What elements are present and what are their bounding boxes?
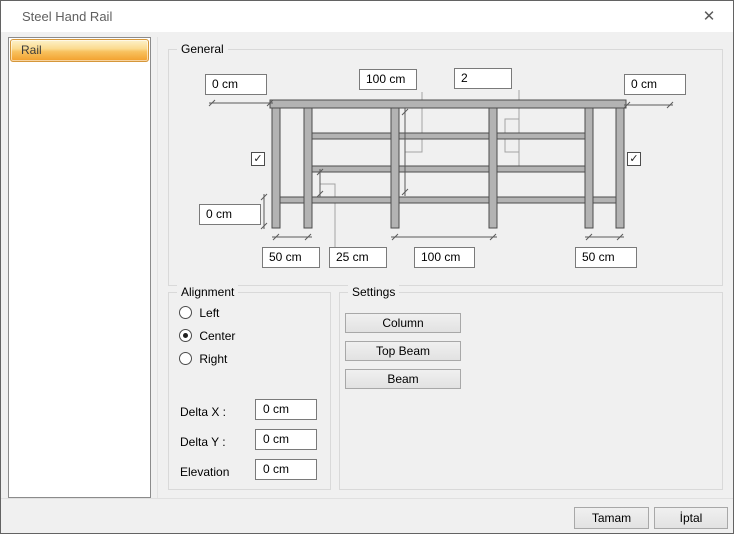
elevation-input[interactable]: 0 cm xyxy=(255,459,317,480)
radio-selected-dot xyxy=(183,333,188,338)
radio-circle-right[interactable] xyxy=(179,352,192,365)
radio-right-label: Right xyxy=(199,352,227,366)
rail-height-input[interactable]: 100 cm xyxy=(359,69,417,90)
category-list: Rail xyxy=(8,37,151,498)
footer-divider xyxy=(1,498,734,499)
radio-center[interactable]: Center xyxy=(179,328,235,342)
radio-circle-left[interactable] xyxy=(179,306,192,319)
sidebar-item-rail[interactable]: Rail xyxy=(10,39,149,62)
beam-button[interactable]: Beam xyxy=(345,369,461,389)
left-offset-input[interactable]: 0 cm xyxy=(205,74,267,95)
left-end-checkbox[interactable]: ✓ xyxy=(251,152,265,166)
close-icon[interactable]: ✕ xyxy=(694,5,724,28)
elevation-label: Elevation xyxy=(180,465,229,479)
top-beam-button[interactable]: Top Beam xyxy=(345,341,461,361)
steel-hand-rail-dialog: Steel Hand Rail ✕ Rail General xyxy=(0,0,734,534)
left-span-input[interactable]: 50 cm xyxy=(262,247,320,268)
general-groupbox: General xyxy=(168,49,723,286)
delta-y-input[interactable]: 0 cm xyxy=(255,429,317,450)
settings-group-label: Settings xyxy=(348,285,399,299)
panel-divider xyxy=(157,37,158,498)
radio-left-label: Left xyxy=(199,306,219,320)
column-button[interactable]: Column xyxy=(345,313,461,333)
right-span-input[interactable]: 50 cm xyxy=(575,247,637,268)
right-offset-input[interactable]: 0 cm xyxy=(624,74,686,95)
title-bar: Steel Hand Rail ✕ xyxy=(1,1,733,32)
delta-x-input[interactable]: 0 cm xyxy=(255,399,317,420)
radio-circle-center[interactable] xyxy=(179,329,192,342)
radio-center-label: Center xyxy=(199,329,235,343)
ok-button[interactable]: Tamam xyxy=(574,507,649,529)
beam-spacing-input[interactable]: 25 cm xyxy=(329,247,387,268)
window-title: Steel Hand Rail xyxy=(22,9,112,24)
delta-y-label: Delta Y : xyxy=(180,435,226,449)
delta-x-label: Delta X : xyxy=(180,405,226,419)
cancel-button[interactable]: İptal xyxy=(654,507,728,529)
right-end-checkbox[interactable]: ✓ xyxy=(627,152,641,166)
alignment-group-label: Alignment xyxy=(177,285,238,299)
mid-span-input[interactable]: 100 cm xyxy=(414,247,475,268)
radio-right[interactable]: Right xyxy=(179,351,227,365)
settings-groupbox: Settings Column Top Beam Beam xyxy=(339,292,723,490)
column-extension-input[interactable]: 0 cm xyxy=(199,204,261,225)
radio-left[interactable]: Left xyxy=(179,305,219,319)
alignment-groupbox: Alignment Left Center Right Delta X : 0 … xyxy=(168,292,331,490)
beam-count-input[interactable]: 2 xyxy=(454,68,512,89)
